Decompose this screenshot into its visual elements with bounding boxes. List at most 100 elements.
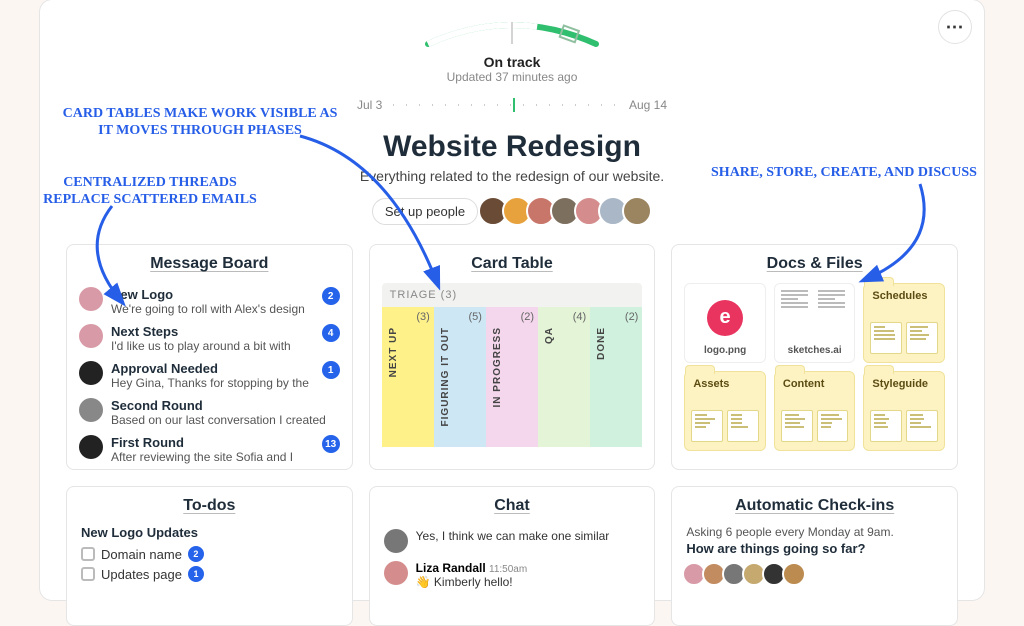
message-text: We're going to roll with Alex's design	[111, 302, 314, 316]
card-column[interactable]: (4) QA	[538, 307, 590, 447]
file-label: sketches.ai	[781, 345, 849, 356]
timeline-start: Jul 3	[357, 98, 382, 112]
triage-count: (3)	[441, 289, 457, 301]
todo-group-title[interactable]: New Logo Updates	[81, 525, 338, 540]
panel-card-table[interactable]: Card Table TRIAGE (3) (3)NEXT UP(5)FIGUR…	[369, 244, 656, 470]
avatar	[384, 529, 408, 553]
timeline-track	[393, 104, 623, 106]
setup-people-button[interactable]: Set up people	[372, 198, 478, 225]
status-title: On track	[48, 54, 976, 70]
chat-line: Liza Randall 11:50am👋 Kimberly hello!	[370, 557, 655, 593]
avatar	[384, 561, 408, 585]
panel-chat[interactable]: Chat Yes, I think we can make one simila…	[369, 486, 656, 626]
ellipsis-icon: ⋯	[946, 17, 965, 38]
message-item[interactable]: First RoundAfter reviewing the site Sofi…	[67, 431, 352, 468]
triage-label: TRIAGE	[390, 289, 437, 301]
unread-badge: 4	[322, 324, 340, 342]
folder-item[interactable]: Assets	[684, 371, 766, 451]
folder-item[interactable]: Styleguide	[863, 371, 945, 451]
todo-label: Domain name	[101, 547, 182, 562]
message-item[interactable]: New LogoWe're going to roll with Alex's …	[67, 283, 352, 320]
folder-label: Styleguide	[872, 378, 928, 390]
checkbox[interactable]	[81, 547, 95, 561]
file-item[interactable]: e logo.png	[684, 283, 766, 363]
avatar	[79, 361, 103, 385]
unread-badge: 13	[322, 435, 340, 453]
logo-icon: e	[707, 300, 743, 336]
card-column[interactable]: (3)NEXT UP	[382, 307, 434, 447]
file-label: logo.png	[691, 345, 759, 356]
avatar	[79, 324, 103, 348]
folder-item[interactable]: Content	[774, 371, 856, 451]
todo-item[interactable]: Domain name 2	[81, 544, 338, 564]
timeline-marker[interactable]	[513, 98, 515, 112]
docs-files-grid: e logo.png sketches.ai Schedules Assets Conte…	[672, 283, 957, 451]
message-item[interactable]: Second RoundBased on our last conversati…	[67, 394, 352, 431]
message-text: Based on our last conversation I created	[111, 413, 340, 427]
message-title: New Logo	[111, 287, 314, 302]
unread-badge: 1	[322, 361, 340, 379]
message-text: I'd like us to play around a bit with	[111, 339, 314, 353]
message-text: Hey Gina, Thanks for stopping by the	[111, 376, 314, 390]
folder-label: Content	[783, 378, 825, 390]
status-block: On track Updated 37 minutes ago	[48, 54, 976, 84]
todos-title[interactable]: To-dos	[67, 487, 352, 525]
chat-text: Yes, I think we can make one similar	[416, 529, 610, 543]
project-window: ⋯ On track Updated 37 minutes ago Jul 3 …	[40, 0, 984, 600]
checkins-question[interactable]: How are things going so far?	[686, 541, 943, 556]
docs-files-title[interactable]: Docs & Files	[672, 245, 957, 283]
message-title: Approval Needed	[111, 361, 314, 376]
checkbox[interactable]	[81, 567, 95, 581]
message-item[interactable]: Approval NeededHey Gina, Thanks for stop…	[67, 357, 352, 394]
avatar	[79, 435, 103, 459]
message-title: Next Steps	[111, 324, 314, 339]
column-count: (2)	[625, 311, 638, 323]
panel-checkins[interactable]: Automatic Check-ins Asking 6 people ever…	[671, 486, 958, 626]
message-title: Second Round	[111, 398, 340, 413]
chat-lines: Yes, I think we can make one similar Liza…	[370, 525, 655, 593]
column-count: (2)	[521, 311, 534, 323]
card-column[interactable]: (5)FIGURING IT OUT	[434, 307, 486, 447]
panel-message-board[interactable]: Message Board New LogoWe're going to rol…	[66, 244, 353, 470]
avatar[interactable]	[622, 196, 652, 226]
checkins-info: Asking 6 people every Monday at 9am.	[686, 525, 943, 539]
column-label: NEXT UP	[388, 327, 399, 377]
folder-label: Assets	[693, 378, 729, 390]
unread-badge: 2	[322, 287, 340, 305]
hill-chart[interactable]	[48, 18, 976, 50]
people-avatars[interactable]	[484, 196, 652, 226]
message-board-title[interactable]: Message Board	[67, 245, 352, 283]
panel-docs-files[interactable]: Docs & Files e logo.png sketches.ai Schedul…	[671, 244, 958, 470]
column-count: (4)	[573, 311, 586, 323]
count-badge: 2	[188, 546, 204, 562]
card-column[interactable]: (2) DONE	[590, 307, 642, 447]
todo-item[interactable]: Updates page 1	[81, 564, 338, 584]
options-button[interactable]: ⋯	[938, 10, 972, 44]
message-item[interactable]: Introductions	[67, 468, 352, 470]
timeline-end: Aug 14	[629, 98, 667, 112]
timeline[interactable]: Jul 3 Aug 14	[357, 94, 667, 116]
page-title: Website Redesign	[48, 130, 976, 164]
column-label: QA	[544, 327, 555, 344]
column-label: DONE	[596, 327, 607, 360]
panels-grid: Message Board New LogoWe're going to rol…	[48, 244, 976, 626]
checkins-avatars[interactable]	[686, 562, 943, 586]
count-badge: 1	[188, 566, 204, 582]
todo-label: Updates page	[101, 567, 182, 582]
todo-list: New Logo Updates Domain name 2 Updates pag…	[67, 525, 352, 584]
triage-row[interactable]: TRIAGE (3)	[382, 283, 643, 307]
chat-author: Liza Randall 11:50am	[416, 561, 528, 575]
card-column[interactable]: (2)IN PROGRESS	[486, 307, 538, 447]
message-list: New LogoWe're going to roll with Alex's …	[67, 283, 352, 470]
message-item[interactable]: Next StepsI'd like us to play around a b…	[67, 320, 352, 357]
avatar[interactable]	[782, 562, 806, 586]
chat-line: Yes, I think we can make one similar	[370, 525, 655, 557]
file-item[interactable]: sketches.ai	[774, 283, 856, 363]
card-table-title[interactable]: Card Table	[370, 245, 655, 283]
message-text: After reviewing the site Sofia and I	[111, 450, 314, 464]
chat-title[interactable]: Chat	[370, 487, 655, 525]
folder-item[interactable]: Schedules	[863, 283, 945, 363]
checkins-title[interactable]: Automatic Check-ins	[672, 487, 957, 525]
card-table-columns: (3)NEXT UP(5)FIGURING IT OUT(2)IN PROGRE…	[382, 307, 643, 447]
panel-todos[interactable]: To-dos New Logo Updates Domain name 2 Upda…	[66, 486, 353, 626]
